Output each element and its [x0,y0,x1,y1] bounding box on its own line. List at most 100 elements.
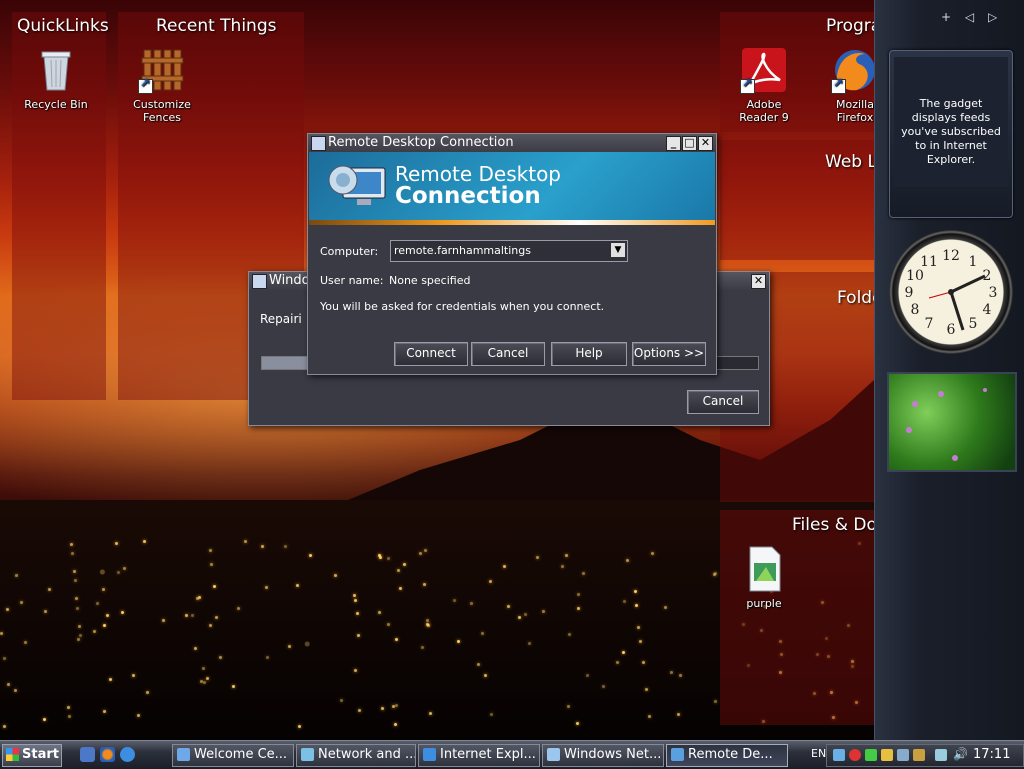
start-button[interactable]: Start [2,744,62,767]
language-indicator[interactable]: EN [811,747,826,760]
taskbar-button-label: Windows Net... [564,747,662,762]
city-light [6,608,9,611]
city-light [117,571,120,574]
recycle-bin-shortcut[interactable]: Recycle Bin [11,46,101,111]
computer-input[interactable]: remote.farnhammaltings [394,244,531,257]
show-desktop-icon[interactable] [80,747,95,762]
clock[interactable]: 17:11 [973,747,1010,762]
city-light [542,610,545,613]
network-tray-icon[interactable] [833,749,845,761]
taskbar-button[interactable]: Remote De... [666,744,788,767]
slideshow-gadget[interactable] [887,372,1017,472]
fence-title-files: Files & Do [792,515,877,535]
city-light [202,667,205,670]
city-light [123,567,126,570]
city-light [484,674,487,677]
city-light [378,554,381,557]
remote-desktop-icon [328,165,386,205]
city-light [354,599,357,602]
taskbar-button-label: Welcome Ce... [194,747,288,762]
volume-icon[interactable]: 🔊 [953,747,968,761]
help-button[interactable]: Help [551,342,627,366]
city-light [714,700,717,703]
svg-text:11: 11 [920,254,938,270]
customize-fences-label-1: Customize [133,98,191,111]
recycle-bin-icon [32,46,80,94]
purple-file-shortcut[interactable]: purple [719,545,809,610]
close-button[interactable]: ✕ [698,136,713,151]
adobe-label-2: Reader 9 [739,111,789,124]
city-light [387,557,390,560]
taskbar-button[interactable]: Network and ... [296,744,416,767]
computer-label: Computer: [320,245,379,258]
city-light [395,704,398,707]
dropdown-arrow-icon[interactable]: ▼ [611,243,625,257]
security-tray-icon[interactable] [849,749,861,761]
city-light [453,599,456,602]
clock-gadget[interactable]: 12 1 2 345 678 9 10 11 [889,230,1013,354]
rdc-titlebar[interactable]: Remote Desktop Connection _ □ ✕ [308,134,716,152]
computer-combobox[interactable]: remote.farnhammaltings ▼ [390,240,628,262]
city-light [115,542,118,545]
city-light [296,584,299,587]
add-gadget-button[interactable]: + [941,10,951,24]
app-icon [301,748,314,761]
city-light [215,616,218,619]
city-light [109,678,112,681]
prev-page-button[interactable]: ◁ [965,10,974,24]
minimize-button[interactable]: _ [666,136,681,151]
device-tray-icon[interactable] [897,749,909,761]
city-light [586,674,589,677]
city-light [507,605,510,608]
city-light [265,586,268,589]
maximize-button[interactable]: □ [682,136,697,151]
app-icon [423,748,436,761]
city-light [78,625,81,628]
svg-text:3: 3 [989,285,998,301]
repair-cancel-button[interactable]: Cancel [687,390,759,414]
city-light [232,685,235,688]
adobe-reader-shortcut[interactable]: Adobe Reader 9 [719,46,809,124]
taskbar-button[interactable]: Welcome Ce... [172,744,294,767]
city-light [399,587,402,590]
repair-status: Repairi [260,312,302,326]
shortcut-arrow-icon [831,77,846,94]
city-light [143,540,146,543]
city-light [244,540,247,543]
city-light [196,597,199,600]
customize-fences-shortcut[interactable]: Customize Fences [117,46,207,124]
connect-button[interactable]: Connect [394,342,468,366]
next-page-button[interactable]: ▷ [988,10,997,24]
city-light [96,602,99,605]
city-light [626,559,629,562]
feed-headlines-gadget[interactable]: The gadget displays feeds you've subscri… [889,50,1013,218]
taskbar-button-label: Remote De... [688,747,773,762]
fence-title-weblinks: Web L [825,152,877,172]
taskbar-button[interactable]: Internet Expl... [418,744,540,767]
city-light [334,574,337,577]
close-button[interactable]: ✕ [751,274,766,289]
warning-tray-icon[interactable] [881,749,893,761]
fence-title-quicklinks: QuickLinks [17,16,109,36]
svg-text:4: 4 [983,302,992,318]
monitor-tray-icon[interactable] [935,749,947,761]
city-light [7,683,10,686]
update-tray-icon[interactable] [865,749,877,761]
taskbar-button[interactable]: Windows Net... [542,744,664,767]
city-light [623,600,626,603]
recycle-bin-label: Recycle Bin [24,98,88,111]
city-light [645,688,648,691]
firefox-quicklaunch-icon[interactable] [100,747,115,762]
folder-tray-icon[interactable] [913,749,925,761]
city-light [14,689,17,692]
system-tray: EN 🔊 17:11 [811,744,1024,767]
options-button[interactable]: Options >> [632,342,706,366]
city-light [602,685,605,688]
city-light [102,588,105,591]
ie-quicklaunch-icon[interactable] [120,747,135,762]
city-light [528,642,531,645]
city-light [477,663,480,666]
remote-desktop-dialog[interactable]: Remote Desktop Connection _ □ ✕ Remote D… [307,133,717,375]
cancel-button[interactable]: Cancel [471,342,545,366]
windows-sidebar: + ◁ ▷ The gadget displays feeds you've s… [874,0,1024,740]
